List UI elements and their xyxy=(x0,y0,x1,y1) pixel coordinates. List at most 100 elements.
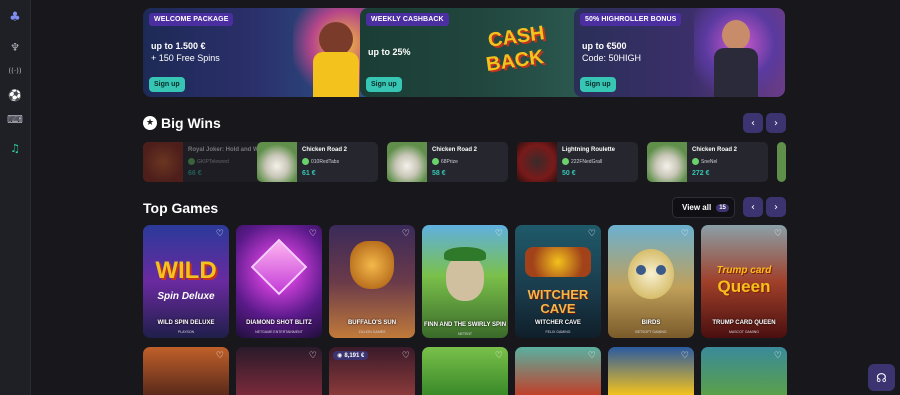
main-content: WELCOME PACKAGE up to 1.500 € + 150 Free… xyxy=(31,0,900,395)
favorite-heart-icon[interactable]: ♡ xyxy=(309,351,317,361)
banner-tag: WEEKLY CASHBACK xyxy=(366,13,449,26)
top-games-next-button[interactable]: › xyxy=(766,197,786,217)
game-art-subtext: Spin Deluxe xyxy=(157,291,215,302)
game-tile[interactable]: ♡ xyxy=(422,347,508,395)
big-win-card[interactable]: Chicken Road 2 68Prize 58 € xyxy=(387,142,508,182)
banner-welcome-package[interactable]: WELCOME PACKAGE up to 1.500 € + 150 Free… xyxy=(143,8,387,97)
bird-eye-art xyxy=(636,265,646,275)
game-tile[interactable]: Trump card Queen ♡ TRUMP CARD QUEEN MASC… xyxy=(701,225,787,338)
soccer-ball-icon[interactable]: ⚽ xyxy=(6,86,24,104)
big-win-game: Royal Joker: Hold and Win xyxy=(188,147,264,153)
game-tile-name: WITCHER CAVE xyxy=(535,320,581,326)
sign-up-button[interactable]: Sign up xyxy=(366,77,402,92)
banner-weekly-cashback[interactable]: CASH BACK WEEKLY CASHBACK up to 25% Sign… xyxy=(360,8,600,97)
favorite-heart-icon[interactable]: ♡ xyxy=(774,229,782,239)
game-tile-name: BIRDS xyxy=(641,320,661,326)
big-win-game: Chicken Road 2 xyxy=(432,147,478,153)
sign-up-button[interactable]: Sign up xyxy=(580,77,616,92)
game-tile[interactable]: ♡ xyxy=(143,347,229,395)
favorite-heart-icon[interactable]: ♡ xyxy=(588,229,596,239)
top-games-prev-button[interactable]: ‹ xyxy=(743,197,763,217)
banner-tag: 50% HIGHROLLER BONUS xyxy=(580,13,682,26)
view-all-label: View all xyxy=(682,203,712,212)
game-tile[interactable]: WITCHER CAVE ♡ WITCHER CAVE FELIX GAMING xyxy=(515,225,601,338)
star-icon: ★ xyxy=(143,116,157,130)
big-win-game: Chicken Road 2 xyxy=(692,147,738,153)
favorite-heart-icon[interactable]: ♡ xyxy=(309,229,317,239)
game-tile-provider: PLAYSON xyxy=(177,330,195,334)
cherries-icon[interactable]: ♆ xyxy=(6,38,24,56)
buffalo-art xyxy=(350,241,394,289)
jackpot-badge: ◉ 8,191 € xyxy=(333,351,369,360)
game-tile-name: TRUMP CARD QUEEN xyxy=(712,320,776,326)
game-tile[interactable]: ♡ BUFFALO'S SUN ZILLION GAMES xyxy=(329,225,415,338)
big-win-game: Chicken Road 2 xyxy=(302,147,348,153)
bird-art xyxy=(628,249,674,299)
logo-icon[interactable]: ♣ xyxy=(6,8,24,26)
game-tile[interactable]: ♡ xyxy=(608,347,694,395)
big-win-card[interactable]: Royal Joker: Hold and Win GKIPTeleword 6… xyxy=(143,142,264,182)
favorite-heart-icon[interactable]: ♡ xyxy=(495,229,503,239)
view-all-count-badge: 15 xyxy=(716,203,729,212)
support-chat-button[interactable]: ☊ xyxy=(868,364,895,391)
banner-line2: Code: 50HIGH xyxy=(582,53,642,63)
game-tile[interactable]: ◉ 8,191 € ♡ xyxy=(329,347,415,395)
character-hat-art xyxy=(444,247,486,261)
big-win-amount: 272 € xyxy=(692,170,710,177)
game-tile[interactable]: ♡ FINN AND THE SWIRLY SPIN NETENT xyxy=(422,225,508,338)
game-thumbnail xyxy=(647,142,687,182)
favorite-heart-icon[interactable]: ♡ xyxy=(681,351,689,361)
cave-art xyxy=(525,247,591,277)
banner-line1: up to 25% xyxy=(368,47,411,57)
big-win-card[interactable]: Lightning Roulette 222FNedGrall 50 € xyxy=(517,142,638,182)
game-thumbnail xyxy=(257,142,297,182)
big-win-card[interactable]: Chicken Road 2 SneNel 272 € xyxy=(647,142,768,182)
big-wins-next-button[interactable]: › xyxy=(766,113,786,133)
game-tile[interactable]: ♡ DIAMOND SHOT BLITZ NETGAME ENTERTAINME… xyxy=(236,225,322,338)
game-art-text: Trump card xyxy=(716,265,772,276)
favorite-heart-icon[interactable]: ♡ xyxy=(216,351,224,361)
woman-illustration xyxy=(319,22,353,56)
game-tile-name: FINN AND THE SWIRLY SPIN xyxy=(423,322,507,328)
favorite-heart-icon[interactable]: ♡ xyxy=(402,351,410,361)
favorite-heart-icon[interactable]: ♡ xyxy=(681,229,689,239)
gamepad-icon[interactable]: ⌨ xyxy=(6,110,24,128)
favorite-heart-icon[interactable]: ♡ xyxy=(774,351,782,361)
sidebar: ♣ ♆ ((·)) ⚽ ⌨ ♫ xyxy=(0,0,31,395)
game-art-text: WITCHER xyxy=(527,287,589,302)
big-win-amount: 61 € xyxy=(302,170,316,177)
favorite-heart-icon[interactable]: ♡ xyxy=(216,229,224,239)
headset-icon[interactable]: ♫ xyxy=(6,139,24,157)
favorite-heart-icon[interactable]: ♡ xyxy=(402,229,410,239)
game-tile-provider: NETGAME ENTERTAINMENT xyxy=(255,330,303,334)
woman-illustration xyxy=(722,20,750,50)
sign-up-button[interactable]: Sign up xyxy=(149,77,185,92)
woman-illustration-body xyxy=(313,52,359,97)
big-win-card[interactable]: Chicken Road 2 010RedTabs 61 € xyxy=(257,142,378,182)
game-tile[interactable]: ♡ BIRDS BETSOFT GAMING xyxy=(608,225,694,338)
game-tile[interactable]: ♡ xyxy=(515,347,601,395)
game-tile[interactable]: ♡ xyxy=(236,347,322,395)
game-tile-provider: FELIX GAMING xyxy=(545,330,571,334)
big-win-card-partial[interactable] xyxy=(777,142,786,182)
banner-tag: WELCOME PACKAGE xyxy=(149,13,234,26)
banner-highroller-bonus[interactable]: 50% HIGHROLLER BONUS up to €500 Code: 50… xyxy=(574,8,785,97)
game-art-subtext: CAVE xyxy=(540,301,576,316)
headset-icon: ☊ xyxy=(876,370,887,385)
banner-line1: up to 1.500 € xyxy=(151,41,206,51)
top-games-title: Top Games xyxy=(143,200,219,216)
game-tile[interactable]: ♡ xyxy=(701,347,787,395)
big-wins-prev-button[interactable]: ‹ xyxy=(743,113,763,133)
game-tile[interactable]: WILD Spin Deluxe ♡ WILD SPIN DELUXE PLAY… xyxy=(143,225,229,338)
big-win-user: SneNel xyxy=(692,158,717,165)
favorite-heart-icon[interactable]: ♡ xyxy=(495,351,503,361)
banner-line1: up to €500 xyxy=(582,41,627,51)
big-win-user: GKIPTeleword xyxy=(188,158,229,165)
game-tile-name: WILD SPIN DELUXE xyxy=(157,320,215,326)
live-broadcast-icon[interactable]: ((·)) xyxy=(6,62,24,80)
game-tile-provider: BETSOFT GAMING xyxy=(635,330,667,334)
big-win-amount: 58 € xyxy=(432,170,446,177)
favorite-heart-icon[interactable]: ♡ xyxy=(588,351,596,361)
view-all-button[interactable]: View all 15 xyxy=(672,197,735,218)
character-art xyxy=(446,255,484,301)
